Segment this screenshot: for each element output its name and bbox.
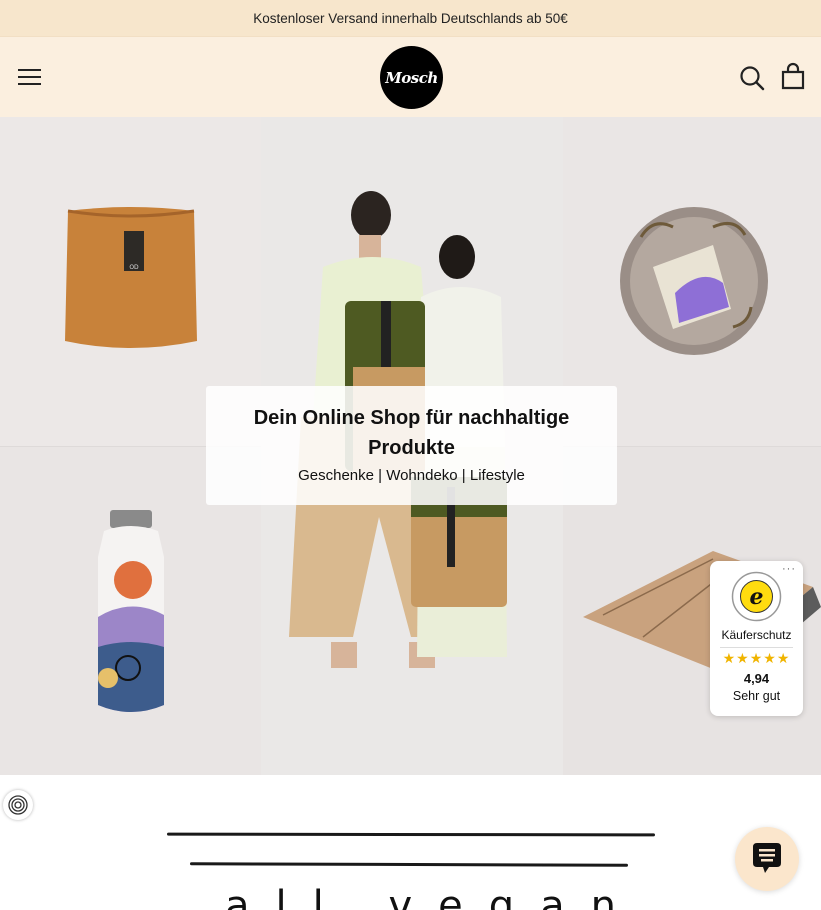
svg-text:e: e: [750, 584, 764, 610]
cart-icon: [781, 62, 805, 90]
chat-icon: [753, 843, 781, 873]
rating-stars: ★★★★★: [722, 650, 791, 666]
search-icon: [740, 66, 765, 91]
logo-text: Mosch: [385, 68, 438, 87]
hero-subtitle: Geschenke | Wohndeko | Lifestyle: [298, 467, 525, 484]
hamburger-line: [18, 76, 41, 78]
site-logo[interactable]: Mosch: [380, 46, 443, 109]
menu-button[interactable]: [16, 64, 44, 90]
privacy-settings-button[interactable]: [3, 790, 33, 820]
section-headline: all vegan: [225, 883, 642, 910]
announcement-bar: Kostenloser Versand innerhalb Deutschlan…: [0, 0, 821, 36]
buyer-protection-label: Käuferschutz: [721, 628, 792, 642]
hamburger-line: [18, 69, 41, 71]
rating-score: 4,94: [743, 671, 770, 686]
hero-text-card: Dein Online Shop für nachhaltige Produkt…: [206, 386, 617, 505]
hero-banner: OD Dein Online Shop für nachhaltige Prod…: [0, 117, 821, 775]
cart-button[interactable]: [778, 62, 808, 92]
svg-text:OD: OD: [129, 264, 139, 271]
rating-verdict: Sehr gut: [732, 689, 781, 703]
chat-button[interactable]: [735, 827, 799, 891]
search-button[interactable]: [738, 64, 766, 92]
fingerprint-icon: [8, 795, 28, 815]
more-options-icon[interactable]: ···: [782, 563, 796, 575]
trusted-shops-seal-icon: e: [731, 571, 782, 622]
brush-line: [166, 832, 656, 837]
vegan-section: all vegan: [0, 775, 821, 910]
divider: [720, 647, 793, 648]
announcement-text: Kostenloser Versand innerhalb Deutschlan…: [253, 10, 568, 26]
site-header: Mosch: [0, 36, 821, 117]
hero-title: Dein Online Shop für nachhaltige Produkt…: [253, 407, 570, 459]
trusted-shops-badge[interactable]: ··· e Käuferschutz ★★★★★ 4,94 Sehr gut: [710, 561, 803, 716]
brush-line: [189, 862, 629, 867]
hamburger-line: [18, 83, 41, 85]
